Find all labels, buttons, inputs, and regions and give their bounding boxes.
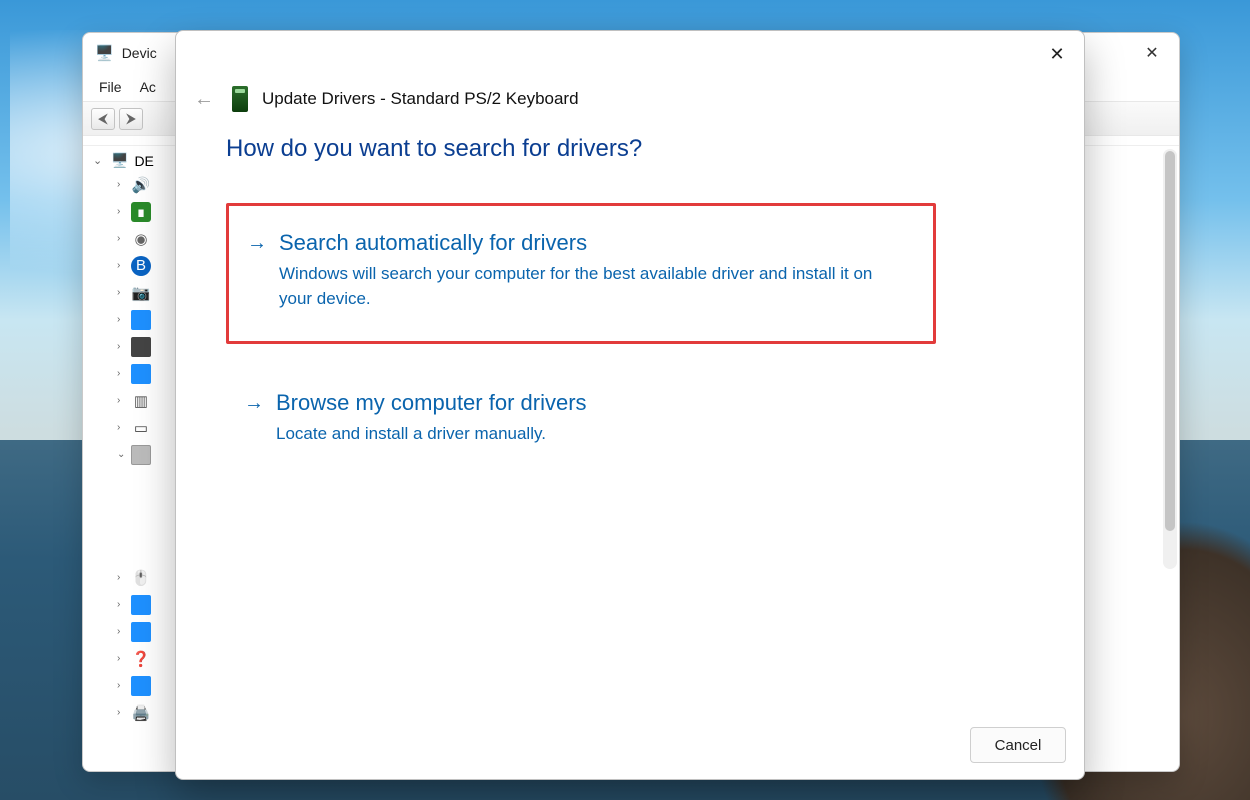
computer-icon: 🖥️	[95, 44, 114, 62]
option-title: Browse my computer for drivers	[276, 390, 587, 416]
dialog-title: Update Drivers - Standard PS/2 Keyboard	[262, 89, 579, 109]
chevron-down-icon: ⌄	[93, 154, 105, 167]
display-adapter-icon	[131, 364, 151, 384]
chevron-right-icon: ›	[117, 260, 129, 271]
fingerprint-icon: ◉	[131, 229, 151, 249]
chevron-right-icon: ›	[117, 206, 129, 217]
dialog-close-button[interactable]: ✕	[1034, 37, 1080, 71]
nav-forward-button[interactable]: ⮞	[119, 108, 143, 130]
chevron-right-icon: ›	[117, 179, 129, 190]
monitor-icon	[131, 310, 151, 330]
unknown-device-icon: ❓	[131, 649, 151, 669]
battery-icon: ∎	[131, 202, 151, 222]
tree-root-label: DE	[134, 153, 153, 169]
chevron-right-icon: ›	[117, 395, 129, 406]
nav-back-button[interactable]: ⮜	[91, 108, 115, 130]
chevron-right-icon: ›	[117, 341, 129, 352]
chevron-right-icon: ›	[117, 233, 129, 244]
dialog-back-button[interactable]: ←	[190, 85, 218, 113]
monitor-icon	[131, 595, 151, 615]
arrow-left-icon: ←	[194, 88, 214, 111]
cancel-button[interactable]: Cancel	[970, 727, 1066, 763]
menu-action[interactable]: Ac	[134, 77, 162, 97]
keyboard-icon	[131, 445, 151, 465]
update-drivers-dialog: ✕ ← Update Drivers - Standard PS/2 Keybo…	[175, 30, 1085, 780]
speaker-icon: 🔊	[131, 175, 151, 195]
close-icon: ✕	[1049, 44, 1064, 65]
arrow-right-icon: →	[247, 232, 267, 255]
network-icon	[131, 622, 151, 642]
arrow-right-icon: ⮞	[126, 110, 136, 127]
portable-device-icon	[131, 676, 151, 696]
chevron-right-icon: ›	[117, 314, 129, 325]
hid-icon: ▭	[131, 418, 151, 438]
chevron-right-icon: ›	[117, 287, 129, 298]
chevron-right-icon: ›	[117, 707, 129, 718]
dialog-body: How do you want to search for drivers? →…	[176, 129, 1084, 717]
devmgr-scrollbar[interactable]	[1163, 149, 1177, 569]
chevron-right-icon: ›	[117, 422, 129, 433]
option-description: Locate and install a driver manually.	[244, 416, 884, 447]
chevron-right-icon: ›	[117, 572, 129, 583]
arrow-left-icon: ⮜	[98, 110, 108, 127]
devmgr-close-button[interactable]: ✕	[1129, 37, 1175, 69]
printer-icon: 🖨️	[131, 703, 151, 723]
dialog-titlebar: ✕	[176, 31, 1084, 77]
dialog-question: How do you want to search for drivers?	[226, 135, 1036, 163]
option-title: Search automatically for drivers	[279, 230, 587, 256]
menu-file[interactable]: File	[93, 77, 128, 97]
cancel-label: Cancel	[995, 737, 1042, 754]
close-icon: ✕	[1145, 43, 1158, 63]
option-description: Windows will search your computer for th…	[247, 256, 887, 311]
chevron-down-icon: ⌄	[117, 449, 129, 460]
device-icon	[232, 86, 248, 112]
devmgr-title: Devic	[122, 45, 157, 61]
option-browse-computer[interactable]: → Browse my computer for drivers Locate …	[226, 372, 1036, 469]
dialog-header: ← Update Drivers - Standard PS/2 Keyboar…	[176, 77, 1084, 129]
chevron-right-icon: ›	[117, 653, 129, 664]
scrollbar-thumb[interactable]	[1165, 151, 1175, 531]
chevron-right-icon: ›	[117, 368, 129, 379]
mouse-icon: 🖱️	[131, 568, 151, 588]
computer-icon: 🖥️	[111, 152, 128, 169]
chevron-right-icon: ›	[117, 599, 129, 610]
arrow-right-icon: →	[244, 392, 264, 415]
bluetooth-icon: B	[131, 256, 151, 276]
option-search-automatically[interactable]: → Search automatically for drivers Windo…	[226, 203, 936, 344]
dialog-footer: Cancel	[176, 717, 1084, 779]
camera-icon: 📷	[131, 283, 151, 303]
chip-icon: ▥	[131, 391, 151, 411]
chevron-right-icon: ›	[117, 626, 129, 637]
chevron-right-icon: ›	[117, 680, 129, 691]
disk-icon	[131, 337, 151, 357]
